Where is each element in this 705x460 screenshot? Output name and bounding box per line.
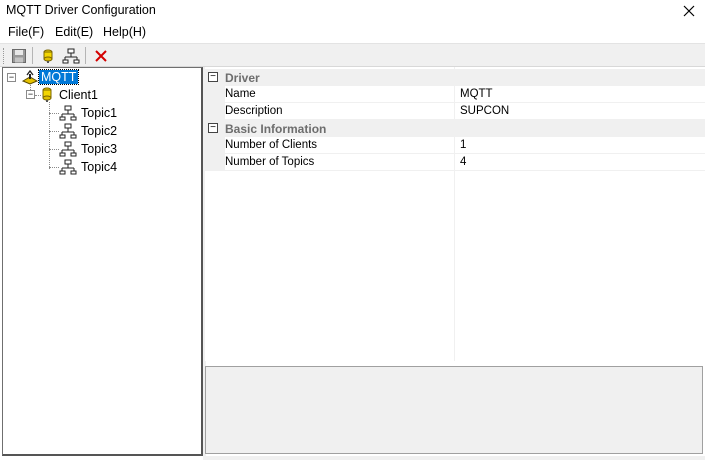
toolbar-grip[interactable] [3,48,5,64]
tree-connector [49,149,59,150]
driver-icon [21,69,39,85]
menu-file[interactable]: File(F) [8,25,44,39]
menu-edit[interactable]: Edit(E) [55,25,93,39]
property-name: Name [225,86,454,103]
property-gutter [205,86,225,103]
property-row-number-of-clients[interactable]: Number of Clients 1 [205,137,705,154]
property-grid[interactable]: − Driver Name MQTT Description SUPCON − … [205,67,705,361]
client-icon [41,87,57,103]
property-value[interactable]: 4 [455,154,705,171]
description-panel [205,366,703,454]
toolbar-separator [85,47,86,64]
status-strip [205,456,705,460]
property-value[interactable]: MQTT [455,86,705,103]
tree-item-topic[interactable]: Topic3 [59,140,119,158]
property-row-name[interactable]: Name MQTT [205,86,705,103]
collapse-icon[interactable]: − [26,90,35,99]
category-driver[interactable]: − Driver [205,69,705,86]
property-gutter [205,154,225,171]
tree-item-label: Topic3 [81,142,118,156]
toolbar-separator [32,47,33,64]
collapse-icon[interactable]: − [208,72,218,82]
property-gutter [205,103,225,120]
topic-icon [59,123,79,139]
collapse-icon[interactable]: − [7,73,16,82]
delete-icon[interactable] [91,46,111,66]
tree-item-client[interactable]: Client1 [41,86,100,104]
category-label: Driver [225,70,260,85]
tree-item-label: Client1 [59,88,98,102]
property-gutter [205,137,225,154]
category-label: Basic Information [225,121,327,136]
tree-item-label: Topic4 [81,160,118,174]
close-icon[interactable] [679,1,699,21]
menu-bar: File(F) Edit(E) Help(H) [0,23,705,43]
property-row-description[interactable]: Description SUPCON [205,103,705,120]
tree-connector [49,131,59,132]
tree-item-topic[interactable]: Topic2 [59,122,119,140]
tree-connector [49,113,59,114]
save-icon[interactable] [9,46,29,66]
topic-icon [59,105,79,121]
tree-item-label: MQTT [37,69,80,85]
property-value[interactable]: 1 [455,137,705,154]
tree-connector [49,167,59,168]
tree-item-label: Topic1 [81,106,118,120]
topic-icon [59,141,79,157]
property-name: Description [225,103,454,120]
add-topic-icon[interactable] [61,46,81,66]
topic-icon [59,159,79,175]
property-name: Number of Clients [225,137,454,154]
toolbar [0,43,705,67]
window-title: MQTT Driver Configuration [6,3,156,17]
collapse-icon[interactable]: − [208,123,218,133]
driver-tree[interactable]: − MQTT − Client1 Topic1 Topic2 Topic3 To… [2,67,203,456]
title-bar: MQTT Driver Configuration [0,0,705,22]
tree-item-root[interactable]: MQTT [21,68,80,86]
tree-item-topic[interactable]: Topic4 [59,158,119,176]
add-client-icon[interactable] [38,46,58,66]
tree-item-topic[interactable]: Topic1 [59,104,119,122]
property-row-number-of-topics[interactable]: Number of Topics 4 [205,154,705,171]
menu-help[interactable]: Help(H) [103,25,146,39]
property-value[interactable]: SUPCON [455,103,705,120]
category-basic-information[interactable]: − Basic Information [205,120,705,137]
tree-item-label: Topic2 [81,124,118,138]
property-name: Number of Topics [225,154,454,171]
